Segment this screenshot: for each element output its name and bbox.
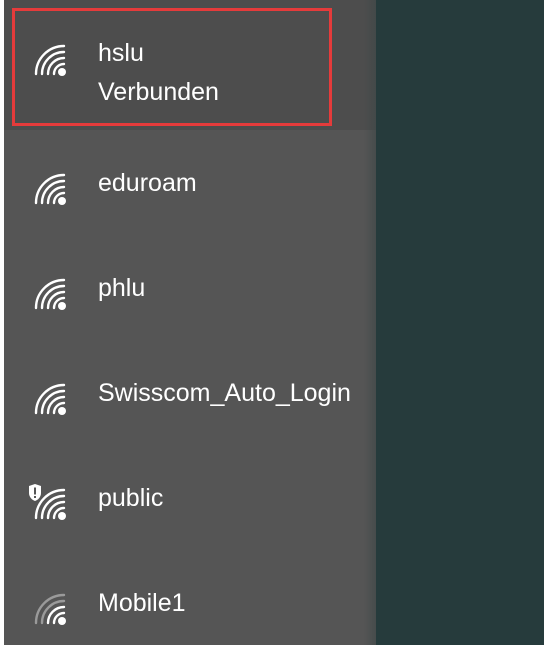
network-item-phlu[interactable]: phlu	[4, 250, 376, 350]
wifi-signal-icon	[34, 383, 66, 415]
connection-status: Verbunden	[98, 78, 219, 106]
network-item-eduroam[interactable]: eduroam	[4, 145, 376, 245]
wifi-weak-signal-icon	[34, 593, 66, 625]
network-item-hslu[interactable]: hslu Verbunden	[4, 0, 376, 130]
network-ssid: Mobile1	[98, 589, 186, 617]
network-ssid: Swisscom_Auto_Login	[98, 379, 351, 407]
network-ssid: public	[98, 484, 164, 512]
wifi-network-list: hslu Verbunden eduroam phlu Swisscom_Aut…	[4, 0, 376, 645]
wifi-signal-icon	[34, 44, 66, 76]
wifi-signal-icon	[34, 173, 66, 205]
network-item-mobile1[interactable]: Mobile1	[4, 565, 376, 645]
network-item-public[interactable]: public	[4, 460, 376, 560]
network-flyout: hslu Verbunden eduroam phlu Swisscom_Aut…	[4, 0, 544, 645]
network-ssid: hslu	[98, 39, 144, 67]
wifi-signal-icon	[34, 278, 66, 310]
shield-warning-icon	[29, 484, 41, 501]
wifi-open-warning-icon	[29, 484, 66, 520]
network-item-swisscom-auto-login[interactable]: Swisscom_Auto_Login	[4, 355, 376, 455]
network-ssid: phlu	[98, 274, 146, 302]
network-ssid: eduroam	[98, 169, 197, 197]
